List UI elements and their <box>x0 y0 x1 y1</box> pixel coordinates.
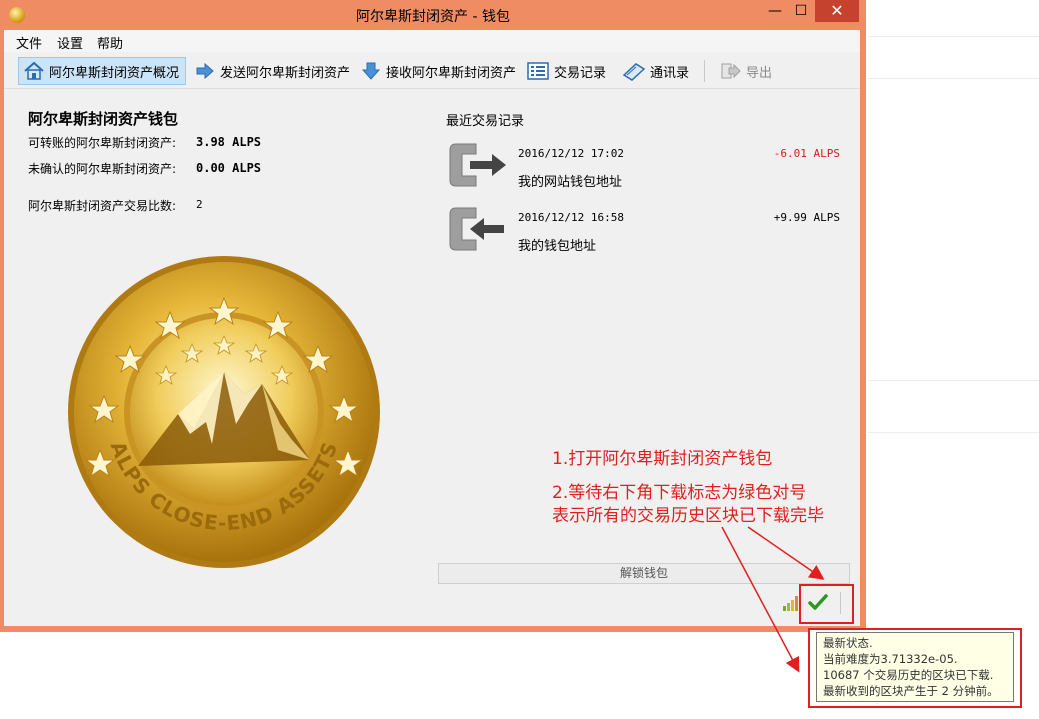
tooltip-line: 当前难度为3.71332e-05. <box>823 652 958 666</box>
status-tooltip-highlight: 最新状态. 当前难度为3.71332e-05. 10687 个交易历史的区块已下… <box>808 628 1022 708</box>
tooltip-line: 10687 个交易历史的区块已下载. <box>823 668 994 682</box>
arrow-to-check <box>747 526 825 580</box>
status-tooltip: 最新状态. 当前难度为3.71332e-05. 10687 个交易历史的区块已下… <box>816 632 1014 702</box>
annotation-arrows <box>721 526 825 673</box>
arrow-to-tooltip <box>721 526 800 673</box>
tooltip-line: 最新收到的区块产生于 2 分钟前。 <box>823 684 999 698</box>
tooltip-line: 最新状态. <box>823 636 873 650</box>
